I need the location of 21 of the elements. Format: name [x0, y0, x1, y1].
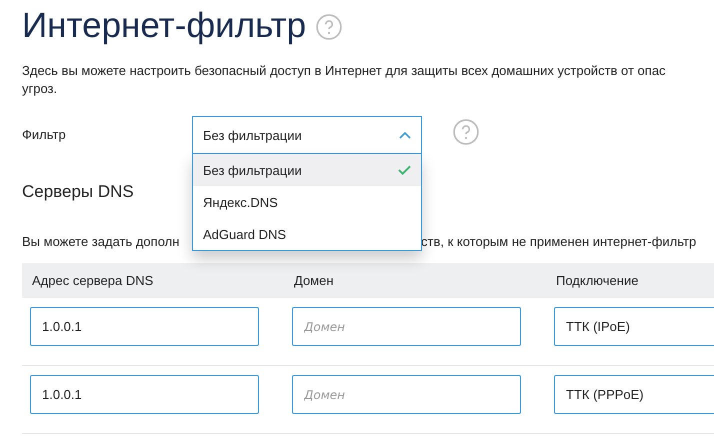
- description-text: Здесь вы можете настроить безопасный доступ в Интернет для защиты всех домашних устройств от опас угроз.: [22, 62, 667, 98]
- dns-address-field[interactable]: 1.0.0.1: [30, 307, 259, 346]
- help-icon[interactable]: [453, 119, 479, 145]
- dropdown-option[interactable]: Без фильтрации: [193, 154, 421, 186]
- connection-select[interactable]: ТТК (IPoE): [554, 307, 714, 346]
- filter-label: Фильтр: [22, 127, 67, 142]
- caret-icon: [399, 131, 411, 139]
- column-header: Подключение: [555, 273, 640, 288]
- check-icon: [398, 165, 411, 175]
- dropdown-option[interactable]: AdGuard DNS: [193, 218, 421, 250]
- description-text: ств, к которым не применен интернет-фильтр: [421, 234, 698, 249]
- dropdown-option[interactable]: Яндекс.DNS: [193, 186, 421, 218]
- dns-address-field[interactable]: 1.0.0.1: [30, 375, 259, 414]
- description-text: Вы можете задать дополн: [22, 234, 180, 249]
- help-icon[interactable]: [316, 14, 342, 40]
- page-title: Интернет-фильтр: [22, 6, 306, 46]
- column-header: Домен: [293, 273, 335, 288]
- connection-select[interactable]: ТТК (PPPoE): [554, 375, 714, 414]
- filter-select[interactable]: Без фильтрации: [192, 116, 422, 154]
- column-header: Адрес сервера DNS: [31, 273, 154, 288]
- section-heading: Серверы DNS: [22, 182, 135, 202]
